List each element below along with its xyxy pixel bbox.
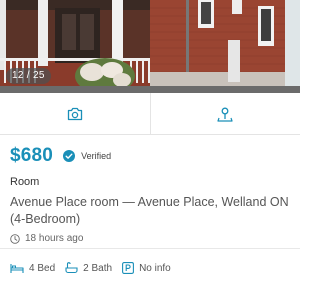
verified-label: Verified	[81, 151, 112, 161]
action-bar	[0, 93, 300, 135]
bed-icon	[10, 263, 24, 273]
listing-photo[interactable]: 12 / 25	[0, 0, 300, 93]
bathtub-icon	[65, 262, 78, 274]
price-row: $680 Verified	[10, 142, 295, 170]
price: $680	[10, 145, 54, 166]
feature-bed: 4 Bed	[10, 263, 55, 274]
posted-time: 18 hours ago	[25, 233, 84, 244]
feature-parking: No info	[122, 262, 171, 274]
map-pin-icon	[217, 107, 233, 122]
posted-time-row: 18 hours ago	[10, 233, 295, 244]
parking-icon	[122, 262, 135, 274]
feature-list: 4 Bed 2 Bath No info	[10, 262, 181, 274]
photo-counter: 12 / 25	[6, 68, 51, 84]
divider	[0, 248, 300, 249]
bath-count: 2 Bath	[83, 262, 113, 274]
camera-icon	[67, 107, 82, 120]
feature-bath: 2 Bath	[65, 262, 112, 274]
parking-info: No info	[139, 262, 171, 274]
listing-details: $680 Verified Room Avenue Place room — A…	[10, 142, 295, 244]
listing-type: Room	[10, 176, 40, 188]
listing-title[interactable]: Avenue Place room — Avenue Place, Wellan…	[10, 194, 295, 228]
map-button[interactable]	[149, 93, 301, 134]
bed-count: 4 Bed	[29, 262, 56, 274]
clock-icon	[10, 233, 20, 244]
verified-check-icon	[63, 150, 76, 162]
photos-button[interactable]	[0, 93, 150, 134]
